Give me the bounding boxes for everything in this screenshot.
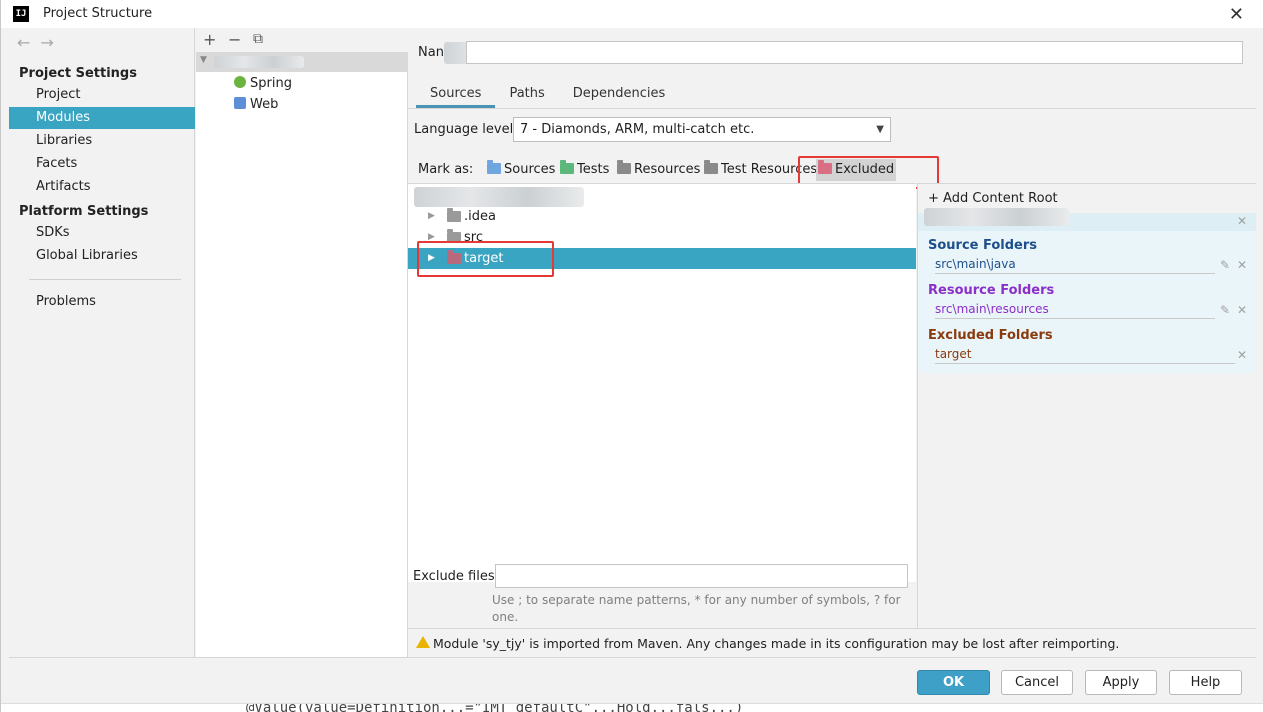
language-level-select[interactable]: 7 - Diamonds, ARM, multi-catch etc. ▼ (513, 117, 891, 142)
exclude-files-label: Exclude files: (413, 569, 500, 584)
nav-item-global-libraries[interactable]: Global Libraries (9, 245, 195, 267)
excluded-folder-path: target (935, 347, 1235, 364)
apply-button[interactable]: Apply (1085, 670, 1157, 695)
language-level-label: Language level: (414, 122, 518, 137)
mark-resources-label: Resources (634, 162, 701, 177)
spring-icon (234, 76, 246, 88)
tab-divider (408, 108, 1256, 109)
module-tree-panel: + − ⧉ ▼ Spring Web (196, 28, 408, 657)
copy-icon[interactable]: ⧉ (253, 31, 263, 47)
plus-icon: + (928, 191, 944, 206)
back-arrow-icon[interactable]: ← (17, 33, 30, 52)
resource-folders-title: Resource Folders (928, 283, 1055, 298)
redacted-content-root (924, 208, 1069, 226)
add-icon[interactable]: + (203, 30, 216, 49)
exclude-files-hint: Use ; to separate name patterns, * for a… (492, 593, 901, 624)
exclude-files-input[interactable] (495, 564, 908, 588)
module-toolbar: + − ⧉ (196, 28, 408, 52)
tree-node-idea[interactable]: ▶ .idea (408, 206, 916, 227)
source-folders-title: Source Folders (928, 238, 1038, 253)
remove-icon[interactable]: − (228, 30, 241, 49)
ok-button[interactable]: OK (917, 670, 990, 695)
facet-web[interactable]: Web (234, 97, 278, 112)
window-title: Project Structure (43, 6, 153, 21)
mark-sources-label: Sources (504, 162, 556, 177)
content-roots-panel: + Add Content Root ✕ Source Folders src\… (917, 183, 1256, 628)
excluded-folders-title: Excluded Folders (928, 328, 1053, 343)
nav-item-artifacts[interactable]: Artifacts (9, 176, 195, 198)
remove-icon[interactable]: ✕ (1237, 348, 1247, 362)
edit-icon[interactable]: ✎ (1220, 258, 1230, 272)
module-tabs: Sources Paths Dependencies (416, 82, 679, 108)
remove-icon[interactable]: ✕ (1237, 303, 1247, 317)
forward-arrow-icon[interactable]: → (40, 33, 53, 52)
mark-tests-label: Tests (577, 162, 610, 177)
remove-root-icon[interactable]: ✕ (1237, 214, 1247, 228)
language-level-value: 7 - Diamonds, ARM, multi-catch etc. (520, 122, 755, 137)
facet-spring-label: Spring (250, 76, 292, 91)
project-settings-heading: Project Settings (19, 66, 137, 81)
facet-web-label: Web (250, 97, 279, 112)
warning-text: Module 'sy_tjy' is imported from Maven. … (433, 636, 1120, 651)
nav-item-project[interactable]: Project (9, 84, 195, 106)
nav-item-facets[interactable]: Facets (9, 153, 195, 175)
expand-arrow-icon[interactable]: ▼ (200, 55, 207, 65)
mark-resources-button[interactable]: Resources (615, 159, 702, 181)
highlight-box-target (417, 241, 554, 277)
nav-item-sdks[interactable]: SDKs (9, 222, 195, 244)
tab-paths[interactable]: Paths (495, 82, 558, 108)
sources-folder-icon (487, 160, 501, 174)
help-button[interactable]: Help (1169, 670, 1242, 695)
source-folder-path: src\main\java (935, 257, 1215, 274)
title-bar: IJ Project Structure ✕ (1, 0, 1263, 28)
background-code: @Value(value=Definition...="IMT defaultC… (246, 703, 744, 712)
tests-folder-icon (560, 160, 574, 174)
tab-dependencies[interactable]: Dependencies (559, 82, 680, 108)
nav-item-modules[interactable]: Modules (9, 107, 195, 129)
close-icon[interactable]: ✕ (1229, 4, 1244, 25)
add-content-root-button[interactable]: + Add Content Root (928, 191, 1058, 206)
chevron-down-icon: ▼ (876, 124, 884, 135)
tab-sources[interactable]: Sources (416, 82, 496, 108)
test-resources-folder-icon (704, 160, 718, 174)
warning-icon (416, 636, 430, 648)
mark-sources-button[interactable]: Sources (485, 159, 557, 181)
platform-settings-heading: Platform Settings (19, 204, 149, 219)
edit-icon[interactable]: ✎ (1220, 303, 1230, 317)
resource-folder-path: src\main\resources (935, 302, 1215, 319)
tree-node-label: .idea (464, 209, 496, 224)
intellij-icon: IJ (13, 6, 29, 22)
redacted-module-name (214, 56, 304, 68)
content-tree: ▶ .idea ▶ src ▶ target (408, 183, 916, 582)
content-root-body: Source Folders src\main\java ✎ ✕ Resourc… (918, 231, 1256, 373)
module-name-field[interactable] (466, 41, 1243, 64)
nav-item-problems[interactable]: Problems (9, 291, 195, 313)
module-root-node[interactable]: ▼ (196, 52, 408, 72)
nav-arrows: ← → (17, 33, 64, 52)
facet-spring[interactable]: Spring (234, 76, 292, 91)
redacted-root-path (414, 187, 584, 207)
cancel-button[interactable]: Cancel (1001, 670, 1073, 695)
add-content-root-label: Add Content Root (943, 191, 1058, 206)
nav-divider (29, 279, 181, 280)
module-settings-panel: Nan Sources Paths Dependencies Language le… (408, 28, 1256, 657)
editor-strip: @Value(value=Definition...="IMT defaultC… (1, 703, 1263, 712)
content-root-header: ✕ (918, 208, 1256, 231)
settings-nav: ← → Project Settings Project Modules Libr… (9, 28, 195, 657)
remove-icon[interactable]: ✕ (1237, 258, 1247, 272)
name-label: Nan (418, 45, 444, 60)
dialog-button-bar: OK Cancel Apply Help (9, 657, 1256, 703)
folder-icon (447, 208, 461, 222)
mark-tests-button[interactable]: Tests (558, 159, 611, 181)
resources-folder-icon (617, 160, 631, 174)
maven-warning: Module 'sy_tjy' is imported from Maven. … (408, 628, 1256, 657)
web-icon (234, 97, 246, 109)
mark-as-label: Mark as: (418, 162, 474, 177)
project-structure-dialog: IJ Project Structure ✕ ← → Project Settin… (0, 0, 1263, 712)
nav-item-libraries[interactable]: Libraries (9, 130, 195, 152)
expand-arrow-icon[interactable]: ▶ (428, 206, 435, 227)
